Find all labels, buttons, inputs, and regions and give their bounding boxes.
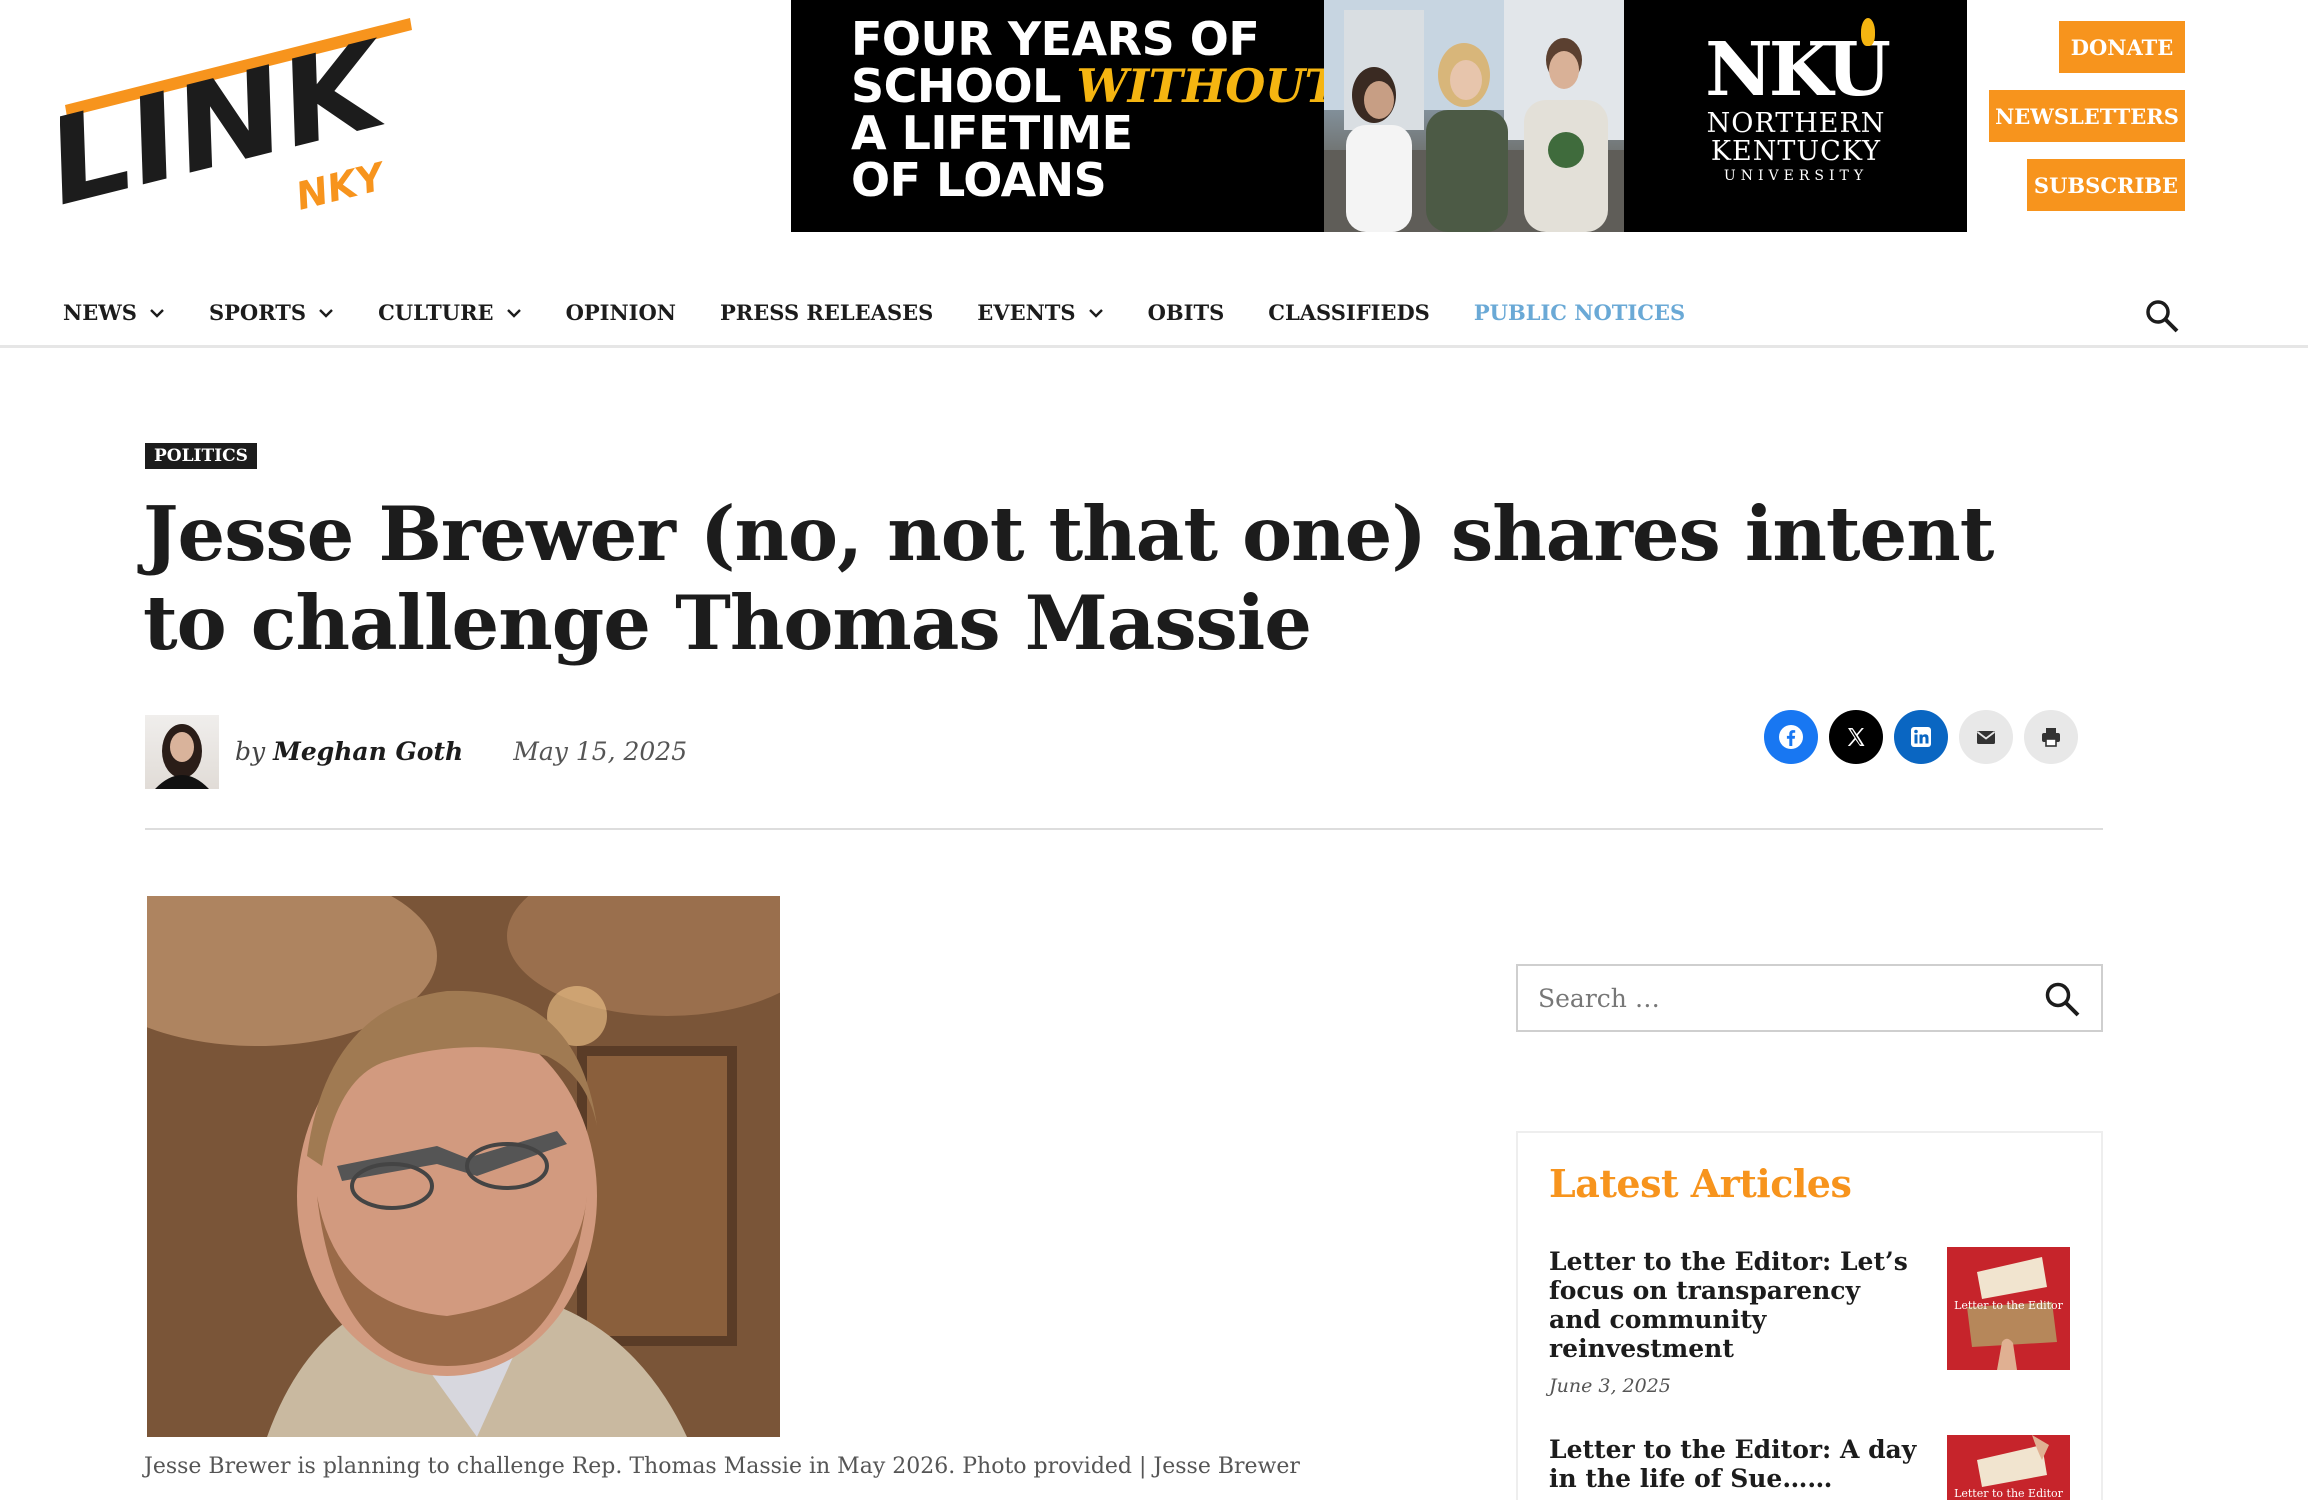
x-icon[interactable] xyxy=(1829,710,1883,764)
nav-search-icon[interactable] xyxy=(2144,298,2180,334)
nav-item-press-releases[interactable]: PRESS RELEASES xyxy=(720,300,933,325)
search-input[interactable] xyxy=(1518,968,2018,1028)
featured-photo[interactable] xyxy=(147,896,780,1437)
ad-line-1: FOUR YEARS OF xyxy=(851,12,1260,66)
latest-articles-widget: Latest Articles Letter to the Editor: Le… xyxy=(1516,1131,2103,1500)
subscribe-button[interactable]: SUBSCRIBE xyxy=(2027,159,2185,211)
nku-logo: NKU NORTHERN KENTUCKY UNIVERSITY xyxy=(1671,18,1921,184)
publish-date: May 15, 2025 xyxy=(513,737,688,766)
advertisement-banner[interactable]: FOUR YEARS OF SCHOOL WITHOUT A LIFETIME … xyxy=(791,0,1967,232)
photo-caption: Jesse Brewer is planning to challenge Re… xyxy=(144,1454,1300,1479)
nav-item-label: CLASSIFIEDS xyxy=(1268,300,1430,325)
nav-item-label: NEWS xyxy=(63,300,137,325)
nav-item-opinion[interactable]: OPINION xyxy=(566,300,676,325)
nav-item-label: EVENTS xyxy=(977,300,1076,325)
share-buttons xyxy=(1764,710,2089,764)
author-name[interactable]: Meghan Goth xyxy=(273,737,463,766)
search-icon[interactable] xyxy=(2043,980,2081,1018)
author-avatar[interactable] xyxy=(145,714,219,789)
chevron-down-icon xyxy=(1088,308,1103,318)
nav-item-culture[interactable]: CULTURE xyxy=(378,300,521,325)
ad-line-2a: SCHOOL xyxy=(851,59,1077,113)
nav-item-label: SPORTS xyxy=(208,300,307,325)
nav-item-label: PUBLIC NOTICES xyxy=(1473,300,1686,325)
latest-article-item[interactable]: Letter to the Editor: Let’s focus on tra… xyxy=(1549,1247,2079,1397)
ad-line-3: A LIFETIME xyxy=(851,106,1133,160)
ad-line-4: OF LOANS xyxy=(851,153,1107,207)
byline-prefix: by xyxy=(235,737,266,766)
sidebar-search xyxy=(1516,964,2103,1032)
header-divider xyxy=(145,828,2103,830)
nav-item-sports[interactable]: SPORTS xyxy=(209,300,334,325)
donate-button[interactable]: DONATE xyxy=(2059,21,2185,73)
nku-mark: NKU xyxy=(1705,27,1891,113)
byline: by Meghan Goth May 15, 2025 xyxy=(145,714,688,789)
print-icon[interactable] xyxy=(2024,710,2078,764)
nav-menu: NEWS SPORTS CULTURE OPINION PRESS RELEASES EV… xyxy=(63,300,1729,325)
latest-article-title[interactable]: Letter to the Editor: A day in the life … xyxy=(1549,1435,1919,1493)
chevron-down-icon xyxy=(506,308,521,318)
ad-students-photo xyxy=(1324,0,1624,232)
email-icon[interactable] xyxy=(1959,710,2013,764)
nav-item-label: PRESS RELEASES xyxy=(719,300,934,325)
link-nky-logo: LINK NKY xyxy=(33,14,412,232)
thumbnail-label: Letter to the Editor xyxy=(1954,1299,2063,1312)
nku-line-1: NORTHERN xyxy=(1706,108,1886,139)
latest-article-date: June 3, 2025 xyxy=(1549,1375,1671,1397)
latest-articles-title: Latest Articles xyxy=(1549,1161,1852,1206)
latest-article-thumbnail[interactable]: Letter to the Editor xyxy=(1947,1435,2070,1500)
site-logo[interactable]: LINK NKY xyxy=(33,10,420,232)
chevron-down-icon xyxy=(150,308,164,318)
nav-item-public-notices[interactable]: PUBLIC NOTICES xyxy=(1474,300,1685,325)
facebook-icon[interactable] xyxy=(1764,710,1818,764)
main-navigation: NEWS SPORTS CULTURE OPINION PRESS RELEASES EV… xyxy=(0,282,2308,348)
nav-item-label: OBITS xyxy=(1147,300,1225,325)
nav-item-label: OPINION xyxy=(565,300,676,325)
ad-line-2b: WITHOUT xyxy=(1076,59,1339,113)
thumbnail-label: Letter to the Editor xyxy=(1954,1487,2063,1500)
nku-line-2: KENTUCKY xyxy=(1710,136,1882,167)
article-headline: Jesse Brewer (no, not that one) shares i… xyxy=(143,490,1994,667)
category-tag[interactable]: POLITICS xyxy=(145,443,257,469)
latest-article-item[interactable]: Letter to the Editor: A day in the life … xyxy=(1549,1435,2079,1500)
nav-item-news[interactable]: NEWS xyxy=(63,300,165,325)
ad-headline: FOUR YEARS OF SCHOOL WITHOUT A LIFETIME … xyxy=(851,12,1339,207)
latest-article-title[interactable]: Letter to the Editor: Let’s focus on tra… xyxy=(1549,1247,1919,1363)
latest-article-thumbnail[interactable]: Letter to the Editor xyxy=(1947,1247,2070,1370)
nku-line-3: UNIVERSITY xyxy=(1723,168,1869,184)
nav-item-obits[interactable]: OBITS xyxy=(1148,300,1225,325)
chevron-down-icon xyxy=(319,308,333,318)
nav-item-label: CULTURE xyxy=(378,300,494,325)
linkedin-icon[interactable] xyxy=(1894,710,1948,764)
torch-flame-icon xyxy=(1861,18,1875,46)
nav-item-events[interactable]: EVENTS xyxy=(977,300,1103,325)
nav-item-classifieds[interactable]: CLASSIFIEDS xyxy=(1268,300,1430,325)
newsletters-button[interactable]: NEWSLETTERS xyxy=(1989,90,2185,142)
